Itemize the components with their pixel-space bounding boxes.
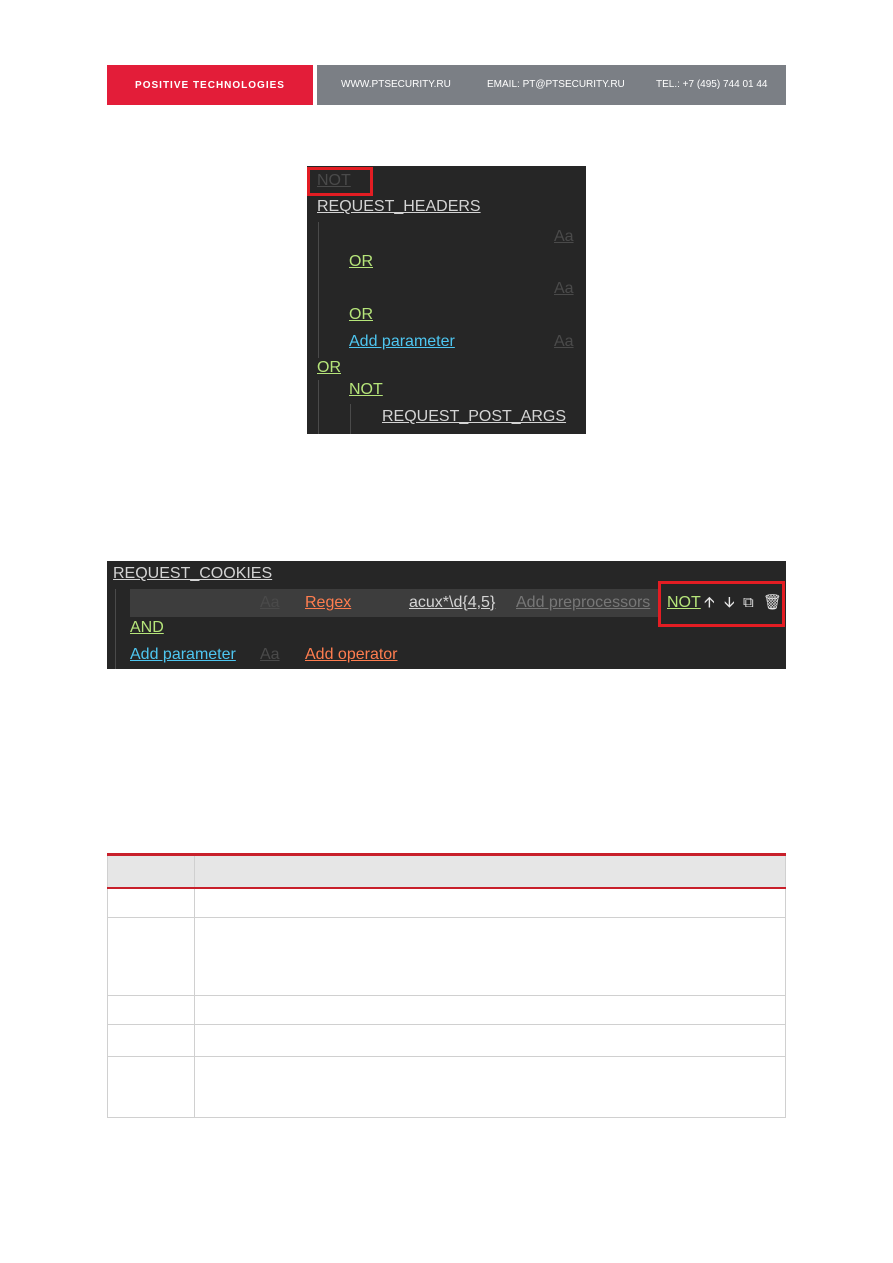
table-header-row	[107, 853, 786, 889]
case-toggle-2[interactable]: Aa	[554, 280, 574, 298]
table-cell	[194, 887, 786, 918]
table-row	[107, 916, 786, 996]
target-request-headers[interactable]: REQUEST_HEADERS	[317, 198, 481, 216]
table-header-cell	[107, 853, 195, 889]
contact-bar: WWW.PTSECURITY.RU EMAIL: PT@PTSECURITY.R…	[317, 65, 786, 105]
add-parameter-link[interactable]: Add parameter	[130, 646, 236, 664]
document-link[interactable]	[476, 728, 677, 742]
case-toggle[interactable]: Aa	[260, 594, 280, 612]
table-row	[107, 1023, 786, 1057]
case-toggle-2[interactable]: Aa	[260, 646, 280, 664]
and-operator[interactable]: AND	[130, 619, 164, 637]
phone-text: TEL.: +7 (495) 744 01 44	[656, 79, 768, 90]
rule-editor-screenshot-1: NOT REQUEST_HEADERS Aa OR Aa OR Add para…	[307, 166, 586, 434]
table-row	[107, 1055, 786, 1118]
table-row	[107, 994, 786, 1025]
tree-line	[350, 404, 351, 434]
target-request-cookies[interactable]: REQUEST_COOKIES	[113, 565, 272, 583]
add-preprocessors-link[interactable]: Add preprocessors	[516, 594, 650, 612]
email-text: EMAIL: PT@PTSECURITY.RU	[487, 79, 625, 90]
table-cell	[107, 1055, 195, 1118]
regex-value[interactable]: acux*\d{4,5}	[409, 594, 495, 612]
table-cell	[194, 1023, 786, 1057]
tree-line	[318, 222, 319, 358]
table-cell	[194, 994, 786, 1025]
table-row	[107, 887, 786, 918]
brand-logo: POSITIVE TECHNOLOGIES	[107, 65, 313, 105]
or-operator-2[interactable]: OR	[349, 306, 373, 324]
or-operator-1[interactable]: OR	[349, 253, 373, 271]
table-cell	[194, 1055, 786, 1118]
tree-line	[115, 589, 116, 669]
add-operator-link[interactable]: Add operator	[305, 646, 398, 664]
website-text: WWW.PTSECURITY.RU	[341, 79, 451, 90]
rule-editor-screenshot-2: REQUEST_COOKIES Aa Regex acux*\d{4,5} Ad…	[107, 561, 786, 669]
case-toggle-3[interactable]: Aa	[554, 333, 574, 351]
table-cell	[107, 994, 195, 1025]
table-cell	[194, 916, 786, 996]
highlight-box	[307, 167, 373, 196]
operator-regex[interactable]: Regex	[305, 594, 351, 612]
table-cell	[107, 1023, 195, 1057]
tree-line	[318, 380, 319, 434]
description-table	[107, 853, 786, 1118]
case-toggle-1[interactable]: Aa	[554, 228, 574, 246]
header-banner: POSITIVE TECHNOLOGIES WWW.PTSECURITY.RU …	[107, 65, 786, 105]
not-inner-operator[interactable]: NOT	[349, 381, 383, 399]
add-parameter-link[interactable]: Add parameter	[349, 333, 455, 351]
target-request-post-args[interactable]: REQUEST_POST_ARGS	[382, 408, 566, 426]
table-cell	[107, 887, 195, 918]
table-cell	[107, 916, 195, 996]
table-header-cell	[194, 853, 786, 889]
highlight-box	[658, 581, 785, 627]
or-operator-outer[interactable]: OR	[317, 359, 341, 377]
